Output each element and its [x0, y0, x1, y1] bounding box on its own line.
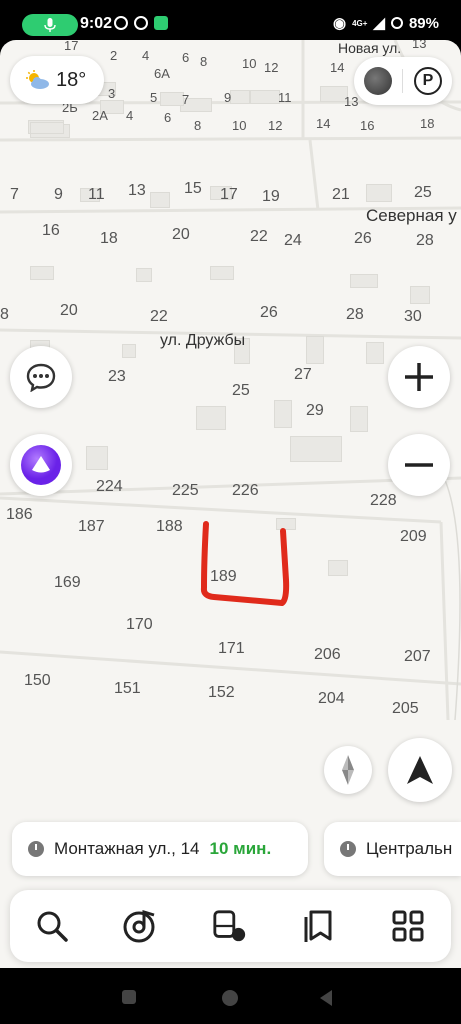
- search-icon: [37, 911, 68, 942]
- minus-icon: [405, 463, 433, 467]
- services-icon: [392, 910, 424, 942]
- temperature: 18°: [56, 68, 87, 91]
- search-button[interactable]: [34, 908, 70, 944]
- suggestion-card[interactable]: Центральн: [324, 822, 461, 876]
- zoom-in-button[interactable]: [388, 346, 450, 408]
- sber-icon: [134, 16, 148, 30]
- status-right: ◉ 4G+ ◢ 89%: [332, 14, 439, 33]
- clock-icon: [114, 16, 128, 30]
- battery-level: 89%: [408, 14, 439, 32]
- compass-icon: [342, 755, 354, 785]
- plus-icon: [405, 363, 433, 391]
- weather-widget[interactable]: 18°: [10, 56, 104, 104]
- alice-assistant-button[interactable]: [10, 434, 72, 496]
- bookmarks-button[interactable]: [300, 908, 336, 944]
- status-time: 9:02: [80, 15, 113, 32]
- history-clock-icon: [28, 841, 44, 857]
- mic-active-indicator: [22, 14, 78, 36]
- suggestion-card[interactable]: Монтажная ул., 14 10 мин.: [12, 822, 308, 876]
- location-icon: ◉: [332, 15, 347, 32]
- system-nav-bar: [0, 968, 461, 1024]
- recents-button[interactable]: [122, 990, 136, 1004]
- my-location-button[interactable]: [388, 738, 452, 802]
- compass-button[interactable]: [324, 746, 372, 794]
- transport-icon: [213, 910, 246, 942]
- chat-icon: [26, 363, 56, 392]
- divider: [402, 69, 403, 93]
- mic-icon: [44, 18, 56, 32]
- partly-cloudy-icon: [26, 70, 49, 89]
- app-icon: [154, 16, 168, 30]
- alice-icon: [21, 445, 61, 485]
- music-button[interactable]: [122, 908, 158, 944]
- suggestion-address: Монтажная ул., 14: [54, 839, 200, 858]
- history-clock-icon: [340, 841, 356, 857]
- services-button[interactable]: [390, 908, 426, 944]
- home-button[interactable]: [222, 990, 238, 1006]
- navigation-arrow-icon: [407, 756, 433, 784]
- chat-button[interactable]: [10, 346, 72, 408]
- transport-button[interactable]: [212, 908, 248, 944]
- layers-panel: P: [354, 57, 452, 105]
- network-type: 4G+: [352, 18, 368, 28]
- back-button[interactable]: [320, 990, 332, 1006]
- traffic-toggle[interactable]: [364, 67, 392, 95]
- zoom-out-button[interactable]: [388, 434, 450, 496]
- bottom-toolbar: [10, 890, 451, 962]
- signal-icon: ◢: [373, 15, 385, 32]
- suggestion-address: Центральн: [366, 839, 453, 858]
- parking-toggle[interactable]: P: [414, 67, 442, 95]
- battery-icon: [390, 17, 403, 29]
- suggestion-eta: 10 мин.: [209, 839, 272, 858]
- music-icon: [123, 909, 155, 943]
- notification-icons: [114, 16, 168, 30]
- bookmarks-icon: [304, 910, 332, 942]
